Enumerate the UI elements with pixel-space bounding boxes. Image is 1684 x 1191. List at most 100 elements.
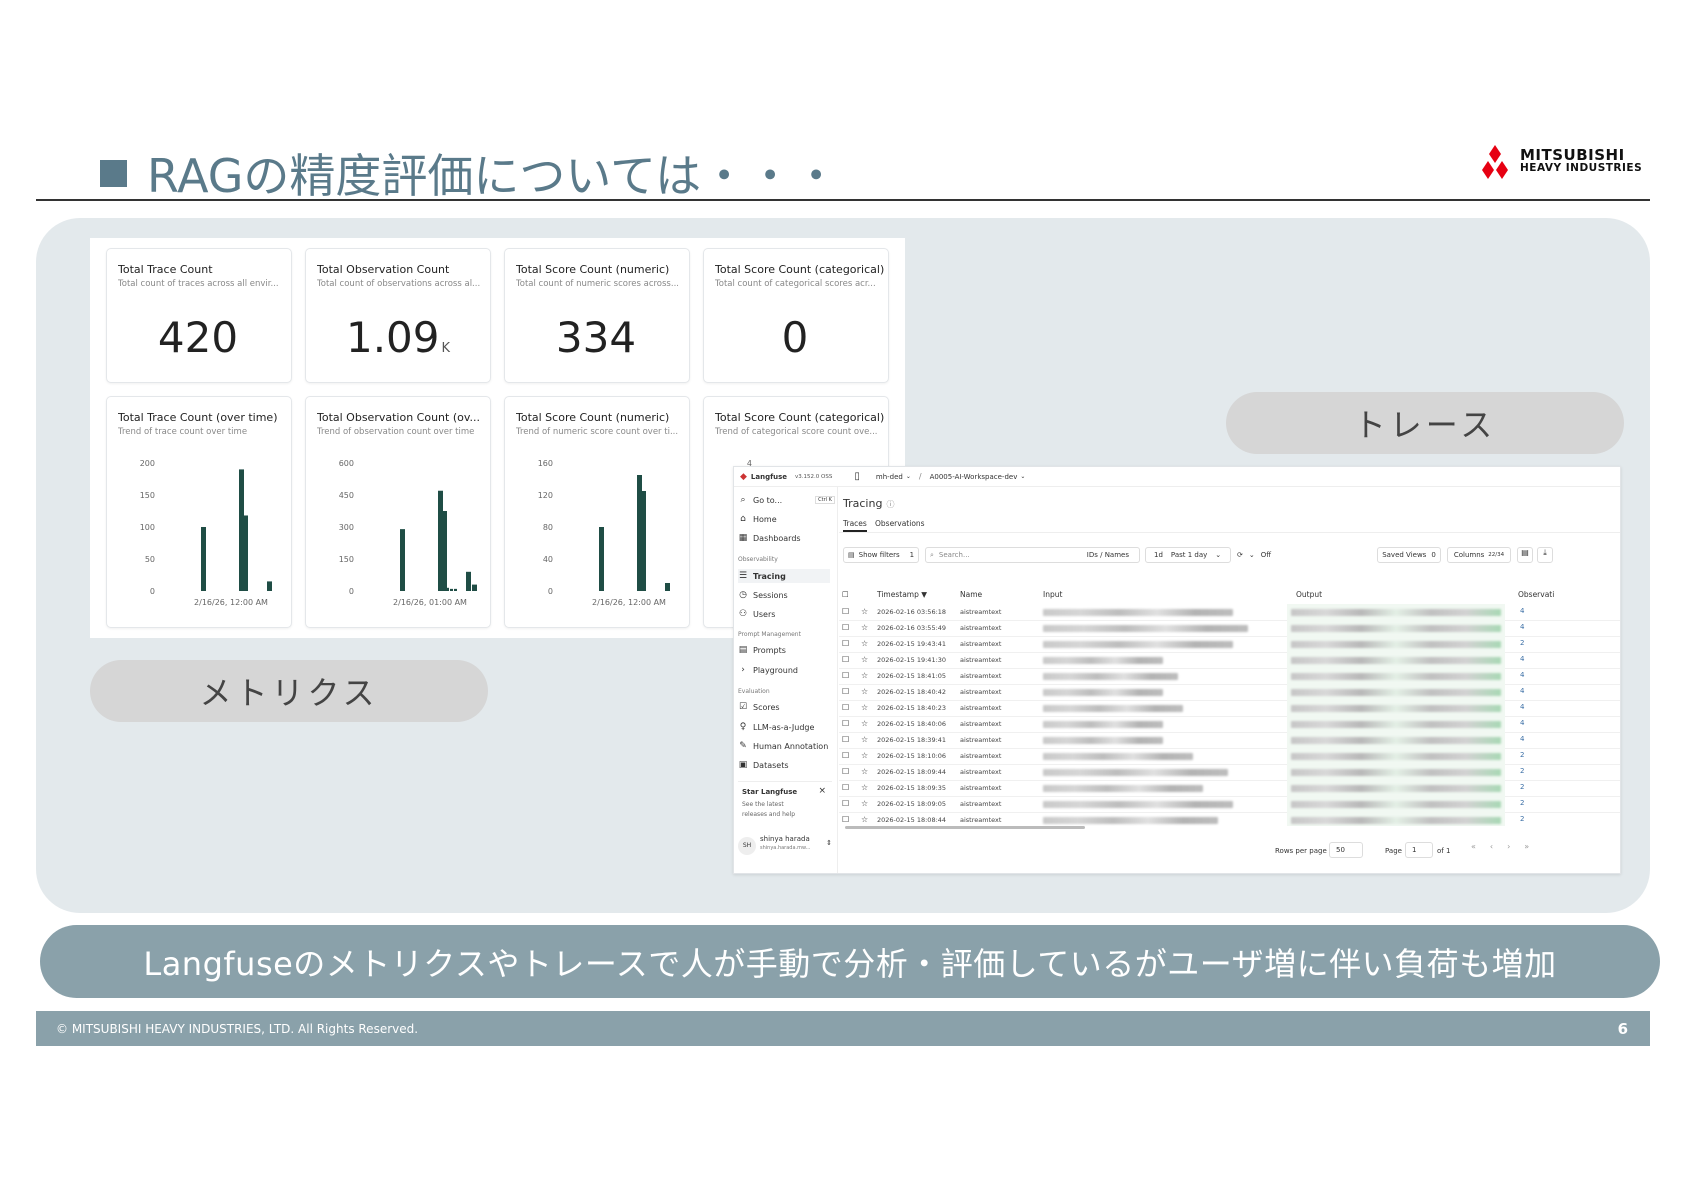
refresh-control[interactable]: ⟳ ⌄ Off	[1237, 547, 1285, 563]
star-icon[interactable]: ☆	[861, 719, 868, 728]
row-checkbox[interactable]: ☐	[842, 783, 849, 792]
metric-subtitle: Total count of observations across al...	[317, 279, 481, 289]
star-icon[interactable]: ☆	[861, 767, 868, 776]
blurred-input	[1043, 721, 1163, 728]
row-timestamp: 2026-02-16 03:55:49	[877, 624, 947, 632]
blurred-output	[1291, 641, 1501, 648]
tab-observations[interactable]: Observations	[875, 519, 925, 528]
metric-card: Total Observation Count Total count of o…	[305, 248, 491, 383]
page-count: of 1	[1437, 847, 1451, 855]
table-row[interactable]: ☐ ☆ 2026-02-15 18:08:44 aistreamtext 2	[839, 812, 1620, 826]
row-checkbox[interactable]: ☐	[842, 639, 849, 648]
star-icon[interactable]: ☆	[861, 687, 868, 696]
select-all-checkbox[interactable]: ☐	[842, 590, 849, 599]
download-icon[interactable]: ⤓	[1537, 547, 1553, 563]
blurred-input	[1043, 737, 1163, 744]
sidebar-toggle-icon[interactable]: ▯	[854, 471, 860, 482]
date-range-select[interactable]: 1d Past 1 day ⌄	[1145, 547, 1231, 563]
tracing-main: Tracing ⓘ Traces Observations ▤ Show filte…	[839, 487, 1620, 873]
top-bar: ◆ Langfuse v3.152.0 OSS ▯ mh-ded ⌄ / A00…	[734, 467, 1620, 487]
row-checkbox[interactable]: ☐	[842, 607, 849, 616]
sidebar-item-scores[interactable]: ☑ Scores	[738, 702, 780, 712]
row-checkbox[interactable]: ☐	[842, 735, 849, 744]
sidebar-item-users[interactable]: ⚇ Users	[738, 609, 775, 619]
sidebar-item-playground[interactable]: › Playground	[738, 665, 798, 675]
sidebar-item-home[interactable]: ⌂ Home	[738, 514, 776, 524]
pagination-buttons[interactable]: «‹›»	[1471, 842, 1543, 851]
star-icon[interactable]: ☆	[861, 815, 868, 824]
close-icon[interactable]: ×	[818, 786, 826, 796]
table-row[interactable]: ☐ ☆ 2026-02-16 03:56:18 aistreamtext 4	[839, 604, 1620, 621]
table-row[interactable]: ☐ ☆ 2026-02-15 18:09:35 aistreamtext 2	[839, 780, 1620, 797]
sidebar-item-tracing[interactable]: ☰ Tracing	[738, 569, 830, 583]
table-row[interactable]: ☐ ☆ 2026-02-16 03:55:49 aistreamtext 4	[839, 620, 1620, 637]
star-icon[interactable]: ☆	[861, 639, 868, 648]
table-row[interactable]: ☐ ☆ 2026-02-15 18:40:42 aistreamtext 4	[839, 684, 1620, 701]
list-icon: ☰	[738, 571, 748, 581]
blurred-input	[1043, 641, 1233, 648]
sidebar-item-llm-judge[interactable]: ♀ LLM-as-a-Judge	[738, 722, 815, 732]
row-checkbox[interactable]: ☐	[842, 671, 849, 680]
langfuse-tracing-screenshot: ◆ Langfuse v3.152.0 OSS ▯ mh-ded ⌄ / A00…	[733, 466, 1621, 874]
row-checkbox[interactable]: ☐	[842, 687, 849, 696]
star-icon[interactable]: ☆	[861, 623, 868, 632]
traces-table-body: ☐ ☆ 2026-02-16 03:56:18 aistreamtext 4 ☐ ☆ 2026…	[839, 604, 1620, 826]
col-timestamp[interactable]: Timestamp ▼	[877, 590, 927, 599]
sidebar-item-dashboards[interactable]: ▦ Dashboards	[738, 533, 801, 543]
table-row[interactable]: ☐ ☆ 2026-02-15 19:43:41 aistreamtext 2	[839, 636, 1620, 653]
user-menu[interactable]: SH shinya harada shinya.harada.mw... ⇕	[738, 833, 834, 861]
page-number: 6	[1617, 1019, 1628, 1038]
table-row[interactable]: ☐ ☆ 2026-02-15 18:40:06 aistreamtext 4	[839, 716, 1620, 733]
columns-button[interactable]: Columns 22/34	[1447, 547, 1511, 563]
star-icon[interactable]: ☆	[861, 751, 868, 760]
blurred-output	[1291, 721, 1501, 728]
col-output[interactable]: Output	[1296, 590, 1322, 599]
page-input[interactable]: 1	[1405, 842, 1433, 858]
star-icon[interactable]: ☆	[861, 799, 868, 808]
table-row[interactable]: ☐ ☆ 2026-02-15 18:09:05 aistreamtext 2	[839, 796, 1620, 813]
org-selector[interactable]: mh-ded	[876, 473, 903, 481]
col-name[interactable]: Name	[960, 590, 982, 599]
row-timestamp: 2026-02-15 18:40:23	[877, 704, 947, 712]
row-checkbox[interactable]: ☐	[842, 767, 849, 776]
star-icon[interactable]: ☆	[861, 783, 868, 792]
row-checkbox[interactable]: ☐	[842, 655, 849, 664]
horizontal-scrollbar[interactable]	[845, 826, 1085, 829]
row-checkbox[interactable]: ☐	[842, 623, 849, 632]
row-checkbox[interactable]: ☐	[842, 751, 849, 760]
summary-banner: Langfuseのメトリクスやトレースで人が手動で分析・評価しているがユーザ増に…	[40, 925, 1660, 998]
search-input[interactable]: ⌕ Search... IDs / Names	[925, 547, 1140, 563]
star-icon[interactable]: ☆	[861, 655, 868, 664]
col-input[interactable]: Input	[1043, 590, 1062, 599]
table-row[interactable]: ☐ ☆ 2026-02-15 18:41:05 aistreamtext 4	[839, 668, 1620, 685]
goto-search[interactable]: ⌕ Go to... Ctrl K	[738, 495, 835, 505]
bar	[472, 584, 477, 591]
y-tick-label: 100	[140, 523, 155, 532]
table-row[interactable]: ☐ ☆ 2026-02-15 18:09:44 aistreamtext 2	[839, 764, 1620, 781]
row-checkbox[interactable]: ☐	[842, 815, 849, 824]
table-row[interactable]: ☐ ☆ 2026-02-15 18:10:06 aistreamtext 2	[839, 748, 1620, 765]
table-row[interactable]: ☐ ☆ 2026-02-15 18:40:23 aistreamtext 4	[839, 700, 1620, 717]
col-observations[interactable]: Observati	[1518, 590, 1554, 599]
star-icon[interactable]: ☆	[861, 735, 868, 744]
sidebar-item-datasets[interactable]: ▣ Datasets	[738, 760, 789, 770]
star-icon[interactable]: ☆	[861, 607, 868, 616]
tab-traces[interactable]: Traces	[843, 519, 867, 532]
star-icon[interactable]: ☆	[861, 703, 868, 712]
row-height-icon[interactable]: ▤	[1517, 547, 1533, 563]
ids-names-select[interactable]: IDs / Names	[1087, 551, 1129, 559]
sidebar-item-human-annotation[interactable]: ✎ Human Annotation	[738, 741, 828, 751]
row-name: aistreamtext	[960, 624, 1002, 632]
sidebar-item-prompts[interactable]: ▤ Prompts	[738, 645, 786, 655]
row-checkbox[interactable]: ☐	[842, 703, 849, 712]
row-checkbox[interactable]: ☐	[842, 719, 849, 728]
sidebar-item-sessions[interactable]: ◷ Sessions	[738, 590, 788, 600]
table-row[interactable]: ☐ ☆ 2026-02-15 18:39:41 aistreamtext 4	[839, 732, 1620, 749]
row-checkbox[interactable]: ☐	[842, 799, 849, 808]
project-selector[interactable]: A0005-AI-Workspace-dev	[930, 473, 1018, 481]
saved-views-button[interactable]: Saved Views 0	[1377, 547, 1441, 563]
table-row[interactable]: ☐ ☆ 2026-02-15 19:41:30 aistreamtext 4	[839, 652, 1620, 669]
show-filters-button[interactable]: ▤ Show filters 1	[843, 547, 919, 563]
rows-per-page-select[interactable]: 50	[1329, 842, 1363, 858]
star-icon[interactable]: ☆	[861, 671, 868, 680]
